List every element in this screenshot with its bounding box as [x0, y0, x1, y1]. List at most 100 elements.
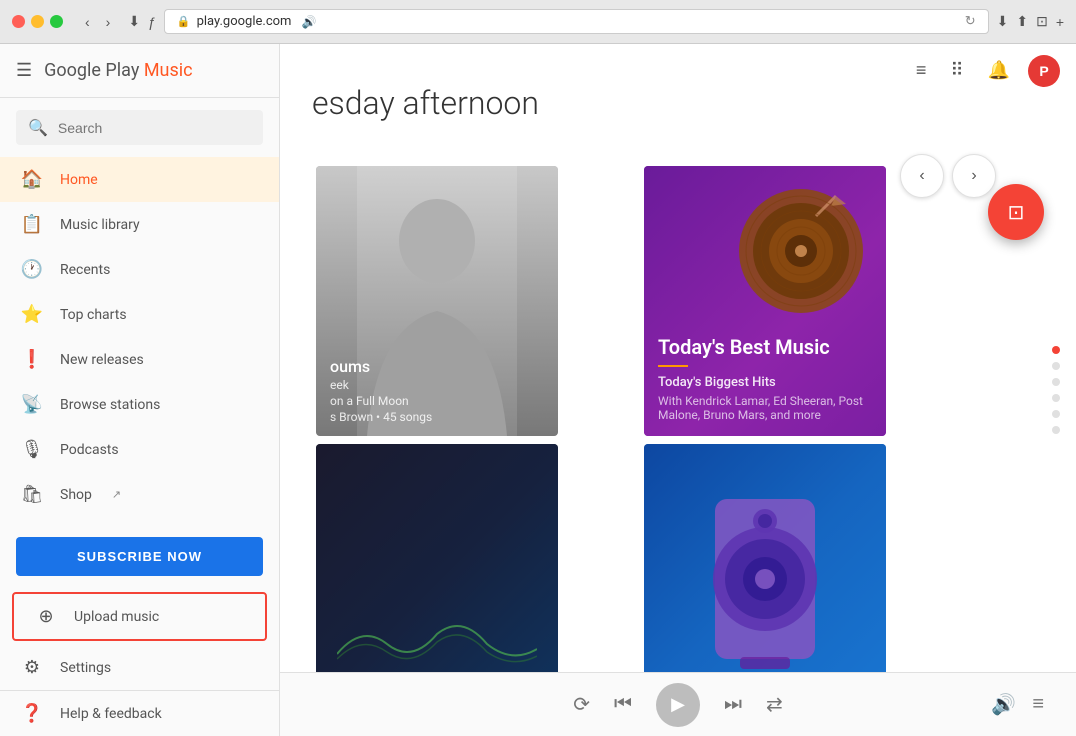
settings-icon: ⚙ [20, 657, 44, 678]
sidebar-item-home[interactable]: 🏠 Home [0, 157, 279, 202]
fab-icon: ⊡ [1008, 200, 1025, 225]
logo-prefix: Google Play [44, 60, 144, 81]
sidebar-item-settings-label: Settings [60, 660, 111, 676]
search-bar[interactable]: 🔍 [16, 110, 263, 145]
upload-music-label: Upload music [74, 609, 159, 625]
forward-button[interactable]: › [100, 12, 117, 32]
hamburger-button[interactable]: ☰ [16, 60, 32, 81]
vinyl-record-graphic [736, 186, 866, 316]
play-pause-button[interactable]: ▶ [656, 683, 700, 727]
upload-music-section: ⊕ Upload music [12, 592, 267, 641]
apps-grid-button[interactable]: ⠿ [944, 54, 969, 87]
sidebar-item-help-label: Help & feedback [60, 706, 162, 722]
carousel-dot-5[interactable] [1052, 410, 1060, 418]
sidebar-item-new-releases[interactable]: ❗ New releases [0, 337, 279, 382]
cast-button[interactable]: ≡ [910, 54, 933, 87]
card-artist-subtitle3: s Brown • 45 songs [330, 410, 544, 424]
user-avatar-button[interactable]: P [1028, 55, 1060, 87]
close-traffic-light[interactable] [12, 15, 25, 28]
speaker-graphic [685, 479, 845, 679]
sidebar-item-browse-stations[interactable]: 📡 Browse stations [0, 382, 279, 427]
card-subdesc: With Kendrick Lamar, Ed Sheeran, Post Ma… [658, 394, 872, 422]
next-button[interactable]: ⏭ [724, 693, 742, 716]
logo-suffix: Music [144, 60, 193, 81]
help-icon: ❓ [20, 703, 44, 724]
download-manager-icon[interactable]: ⬇ [997, 13, 1009, 30]
card-playlist-inner: Today's Best Music Today's Biggest Hits … [644, 166, 886, 436]
sidebar-item-top-charts-label: Top charts [60, 307, 127, 323]
upload-icon: ⊕ [34, 606, 58, 627]
podcasts-icon: 🎙 [20, 439, 44, 460]
new-releases-icon: ❗ [20, 349, 44, 370]
tab-layout-icon[interactable]: ⊡ [1036, 13, 1048, 30]
cards-grid: oums eek on a Full Moon s Brown • 45 son… [280, 142, 1000, 736]
sidebar-item-home-label: Home [60, 172, 98, 188]
address-bar[interactable]: 🔒 play.google.com 🔊 ↻ [164, 9, 989, 34]
browser-right-area: ⬇ ⬆ ⊡ + [997, 13, 1064, 30]
card-artist-subtitle2: on a Full Moon [330, 394, 544, 408]
previous-button[interactable]: ⏮ [614, 693, 632, 716]
sidebar-header: ☰ Google Play Music [0, 44, 279, 98]
card-artist-subtitle1: eek [330, 378, 544, 392]
minimize-traffic-light[interactable] [31, 15, 44, 28]
card-divider [658, 365, 688, 367]
back-button[interactable]: ‹ [79, 12, 96, 32]
recents-icon: 🕐 [20, 259, 44, 280]
top-charts-icon: ⭐ [20, 304, 44, 325]
notifications-button[interactable]: 🔔 [982, 54, 1016, 87]
carousel-dot-3[interactable] [1052, 378, 1060, 386]
carousel-dot-2[interactable] [1052, 362, 1060, 370]
sidebar-item-podcasts-label: Podcasts [60, 442, 119, 458]
sidebar-item-music-library-label: Music library [60, 217, 140, 233]
player-right-controls: 🔊 ≡ [991, 692, 1044, 717]
script-icon[interactable]: ƒ [148, 13, 156, 30]
fab-button[interactable]: ⊡ [988, 184, 1044, 240]
carousel-dot-4[interactable] [1052, 394, 1060, 402]
carousel-prev-button[interactable]: ‹ [900, 154, 944, 198]
sidebar-item-music-library[interactable]: 📋 Music library [0, 202, 279, 247]
browse-stations-icon: 📡 [20, 394, 44, 415]
queue-button[interactable]: ≡ [1032, 693, 1044, 716]
repeat-button[interactable]: ⟳ [573, 692, 590, 717]
sidebar: ☰ Google Play Music 🔍 🏠 Home 📋 Music lib… [0, 44, 280, 736]
browser-icons: ⬇ ƒ [128, 13, 156, 30]
browser-chrome: ‹ › ⬇ ƒ 🔒 play.google.com 🔊 ↻ ⬇ ⬆ ⊡ + [0, 0, 1076, 44]
sidebar-item-settings[interactable]: ⚙ Settings [0, 645, 279, 690]
refresh-icon[interactable]: ↻ [965, 14, 976, 29]
sidebar-item-podcasts[interactable]: 🎙 Podcasts [0, 427, 279, 472]
fullscreen-traffic-light[interactable] [50, 15, 63, 28]
shuffle-button[interactable]: ⇄ [766, 692, 783, 717]
player-bar: ⟳ ⏮ ▶ ⏭ ⇄ 🔊 ≡ [280, 672, 1076, 736]
share-icon[interactable]: ⬆ [1016, 13, 1028, 30]
carousel-dot-1[interactable] [1052, 346, 1060, 354]
sidebar-item-top-charts[interactable]: ⭐ Top charts [0, 292, 279, 337]
lock-icon: 🔒 [177, 15, 191, 28]
carousel-next-button[interactable]: › [952, 154, 996, 198]
carousel-dot-6[interactable] [1052, 426, 1060, 434]
music-library-icon: 📋 [20, 214, 44, 235]
sidebar-item-shop[interactable]: 🛍 Shop ↗ [0, 472, 279, 517]
carousel-nav: ‹ › [900, 154, 996, 198]
play-icon: ▶ [671, 694, 685, 715]
card-playlist-text: Today's Best Music Today's Biggest Hits … [644, 321, 886, 436]
subscribe-now-button[interactable]: SUBSCRIBE NOW [16, 537, 263, 576]
sidebar-item-help[interactable]: ❓ Help & feedback [0, 690, 279, 736]
card-artist-title: oums [330, 357, 544, 376]
volume-button[interactable]: 🔊 [991, 692, 1016, 717]
sidebar-item-browse-stations-label: Browse stations [60, 397, 160, 413]
search-input[interactable] [58, 120, 251, 136]
card-playlist[interactable]: Today's Best Music Today's Biggest Hits … [644, 166, 886, 436]
traffic-lights [12, 15, 63, 28]
home-icon: 🏠 [20, 169, 44, 190]
app-logo: Google Play Music [44, 60, 192, 81]
download-icon[interactable]: ⬇ [128, 13, 140, 30]
sidebar-item-recents[interactable]: 🕐 Recents [0, 247, 279, 292]
main-content: ≡ ⠿ 🔔 P esday afternoon ‹ › [280, 44, 1076, 736]
url-text: play.google.com [197, 14, 292, 29]
app-container: ☰ Google Play Music 🔍 🏠 Home 📋 Music lib… [0, 44, 1076, 736]
upload-music-button[interactable]: ⊕ Upload music [14, 594, 265, 639]
new-tab-icon[interactable]: + [1056, 14, 1064, 30]
shop-icon: 🛍 [20, 484, 44, 505]
card-artist[interactable]: oums eek on a Full Moon s Brown • 45 son… [316, 166, 558, 436]
nav-buttons: ‹ › [79, 12, 116, 32]
